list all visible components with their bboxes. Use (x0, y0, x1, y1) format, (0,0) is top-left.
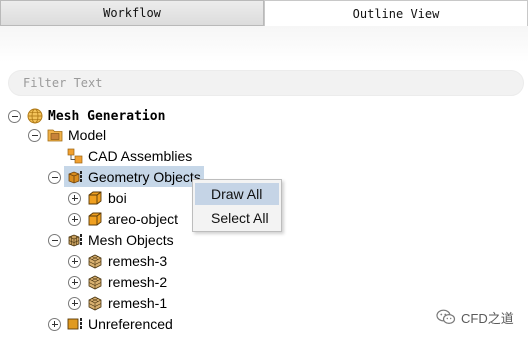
tree-node-label: Mesh Objects (88, 232, 174, 248)
tree-node-label: Model (68, 127, 107, 143)
mesh-cube-icon (88, 275, 102, 290)
filter-input[interactable] (9, 71, 523, 95)
expand-toggle-icon[interactable] (68, 275, 81, 289)
menu-item-select-all[interactable]: Select All (195, 207, 279, 229)
tree-node-label: Mesh Generation (48, 108, 166, 124)
cube-orange-icon (88, 191, 102, 205)
mesh-objects-icon (68, 234, 82, 247)
tree-node-mesh-generation[interactable]: Mesh Generation (8, 106, 165, 126)
globe-icon (27, 108, 43, 124)
tree-node-model[interactable]: Model (28, 125, 106, 145)
tree-node-unreferenced[interactable]: Unreferenced (48, 314, 173, 334)
tree-node-label: remesh-3 (108, 253, 168, 269)
wechat-icon (436, 309, 456, 325)
tree-node-remesh-1[interactable]: remesh-1 (68, 293, 167, 313)
unreferenced-icon (67, 318, 82, 330)
geometry-objects-icon (68, 171, 82, 184)
folder-icon (47, 129, 63, 142)
collapse-toggle-icon[interactable] (48, 233, 61, 247)
expand-toggle-icon[interactable] (68, 254, 81, 268)
collapse-toggle-icon[interactable] (48, 170, 61, 184)
watermark: CFD之道 (436, 308, 514, 326)
menu-item-draw-all[interactable]: Draw All (195, 183, 279, 205)
tree-node-boi[interactable]: boi (68, 188, 127, 208)
mesh-cube-icon (88, 296, 102, 311)
filter-box[interactable] (8, 70, 524, 96)
expand-toggle-icon[interactable] (68, 212, 81, 226)
tree-node-areo-object[interactable]: areo-object (68, 209, 178, 229)
tree-node-label: remesh-2 (108, 274, 168, 290)
tree-node-remesh-3[interactable]: remesh-3 (68, 251, 167, 271)
expand-toggle-icon[interactable] (48, 317, 61, 331)
tree-node-label: remesh-1 (108, 295, 168, 311)
collapse-toggle-icon[interactable] (8, 109, 21, 123)
expand-toggle-icon[interactable] (68, 191, 81, 205)
cad-assemblies-icon (67, 148, 83, 164)
tree-node-mesh-objects[interactable]: Mesh Objects (48, 230, 174, 250)
cube-orange-icon (88, 212, 102, 226)
expand-toggle-icon[interactable] (68, 296, 81, 310)
tree-node-label: CAD Assemblies (88, 148, 193, 164)
tree-node-label: Geometry Objects (88, 169, 201, 185)
tree-node-label: Unreferenced (88, 316, 173, 332)
mesh-cube-icon (88, 254, 102, 269)
tab-workflow[interactable]: Workflow (0, 0, 264, 26)
tree-node-label: boi (108, 190, 127, 206)
tree-node-label: areo-object (108, 211, 179, 227)
toolbar-strip (0, 26, 528, 62)
watermark-text: CFD之道 (461, 310, 514, 326)
tab-outline-view[interactable]: Outline View (264, 0, 528, 26)
context-menu: Draw All Select All (192, 179, 282, 232)
tree-node-cad-assemblies[interactable]: CAD Assemblies (48, 146, 192, 166)
tab-bar: Workflow Outline View (0, 0, 528, 26)
collapse-toggle-icon[interactable] (28, 128, 41, 142)
tree-node-geometry-objects[interactable]: Geometry Objects (48, 167, 201, 187)
tree-node-remesh-2[interactable]: remesh-2 (68, 272, 167, 292)
